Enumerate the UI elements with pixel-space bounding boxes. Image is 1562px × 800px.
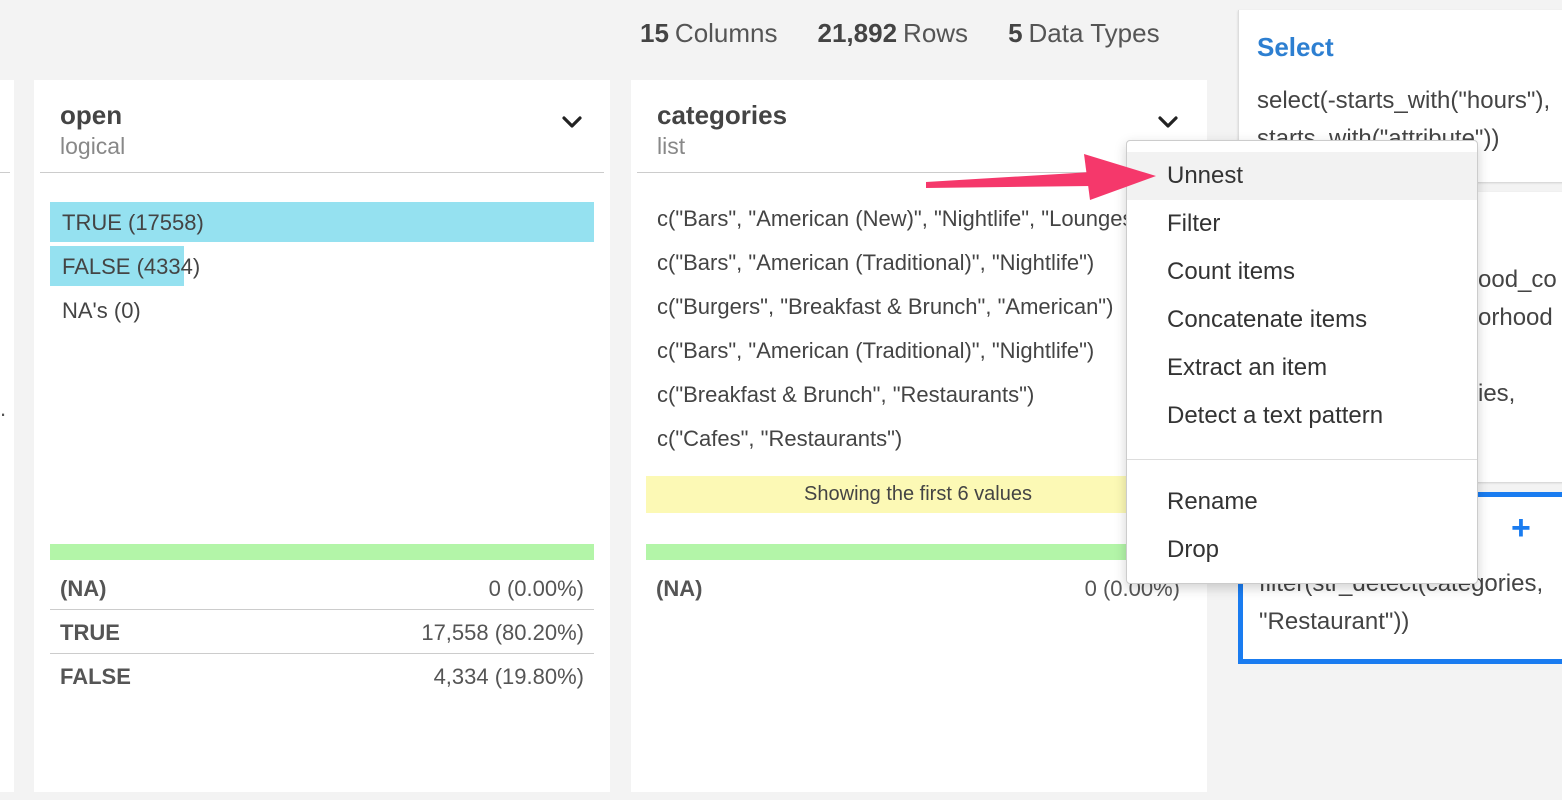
value-bar-label: NA's (0) [62, 298, 141, 323]
menu-divider [1127, 459, 1477, 460]
stat-key: TRUE [60, 620, 120, 645]
menu-item-unnest[interactable]: Unnest [1127, 152, 1477, 200]
menu-item-concatenate-items[interactable]: Concatenate items [1127, 296, 1477, 344]
value-bar-row[interactable]: FALSE (4334) [50, 246, 594, 286]
menu-item-drop[interactable]: Drop [1127, 526, 1477, 574]
menu-item-rename[interactable]: Rename [1127, 478, 1477, 526]
summary-bar: 15 Columns 21,892 Rows 5 Data Types [640, 18, 1160, 49]
value-bar-label: FALSE (4334) [62, 254, 201, 279]
na-ratio-bar [50, 544, 594, 560]
rows-count: 21,892 Rows [817, 18, 969, 48]
list-item: c("Breakfast & Brunch", "Restaurants") [657, 382, 1035, 407]
step-code-fragment: ies, [1478, 380, 1516, 407]
step-code-fragment: orhood [1478, 304, 1553, 331]
previous-column-text: . [0, 396, 7, 421]
na-ratio-bar [646, 544, 1190, 560]
columns-count: 15 Columns [640, 18, 778, 48]
values-notice: Showing the first 6 values [646, 476, 1190, 513]
menu-item-extract-an-item[interactable]: Extract an item [1127, 344, 1477, 392]
list-item: c("Bars", "American (New)", "Nightlife",… [657, 206, 1127, 231]
chevron-down-icon[interactable] [560, 110, 584, 134]
header-divider [40, 172, 604, 173]
previous-column-card [0, 80, 14, 792]
stat-value: 4,334 (19.80%) [433, 664, 584, 689]
step-title: Select [1257, 32, 1334, 62]
chevron-down-icon[interactable] [1156, 110, 1180, 134]
stat-value: 17,558 (80.20%) [421, 620, 584, 645]
stat-key: (NA) [656, 576, 703, 601]
menu-item-filter[interactable]: Filter [1127, 200, 1477, 248]
column-action-menu: Unnest Filter Count items Concatenate it… [1126, 140, 1478, 584]
stat-row-true: TRUE 17,558 (80.20%) [50, 610, 594, 654]
value-bar-row[interactable]: NA's (0) [50, 290, 594, 330]
stat-row-na: (NA) 0 (0.00%) [50, 566, 594, 610]
column-type: list [657, 133, 686, 159]
stat-row-false: FALSE 4,334 (19.80%) [50, 654, 594, 698]
column-type: logical [60, 133, 126, 159]
stat-key: FALSE [60, 664, 131, 689]
list-item: c("Bars", "American (Traditional)", "Nig… [657, 338, 1095, 363]
previous-column-divider [0, 172, 10, 173]
menu-item-count-items[interactable]: Count items [1127, 248, 1477, 296]
column-name: categories [657, 100, 788, 130]
list-item: c("Bars", "American (Traditional)", "Nig… [657, 250, 1095, 275]
annotation-arrow-icon [926, 154, 1156, 200]
value-bar-row[interactable]: TRUE (17558) [50, 202, 594, 242]
stat-value: 0 (0.00%) [488, 576, 584, 601]
column-name: open [60, 100, 123, 130]
stat-row-na: (NA) 0 (0.00%) [646, 566, 1190, 610]
column-card-open: open logical TRUE (17558) FALSE (4334) NA'… [34, 80, 610, 792]
menu-item-detect-text-pattern[interactable]: Detect a text pattern [1127, 392, 1477, 440]
add-step-icon[interactable]: + [1511, 511, 1531, 545]
data-types-count: 5 Data Types [1008, 18, 1160, 48]
value-list: c("Bars", "American (New)", "Nightlife",… [657, 206, 1127, 470]
list-item: c("Cafes", "Restaurants") [657, 426, 903, 451]
stat-key: (NA) [60, 576, 107, 601]
list-item: c("Burgers", "Breakfast & Brunch", "Amer… [657, 294, 1114, 319]
step-code-fragment: ood_co [1478, 266, 1557, 293]
value-bar-label: TRUE (17558) [62, 210, 204, 235]
